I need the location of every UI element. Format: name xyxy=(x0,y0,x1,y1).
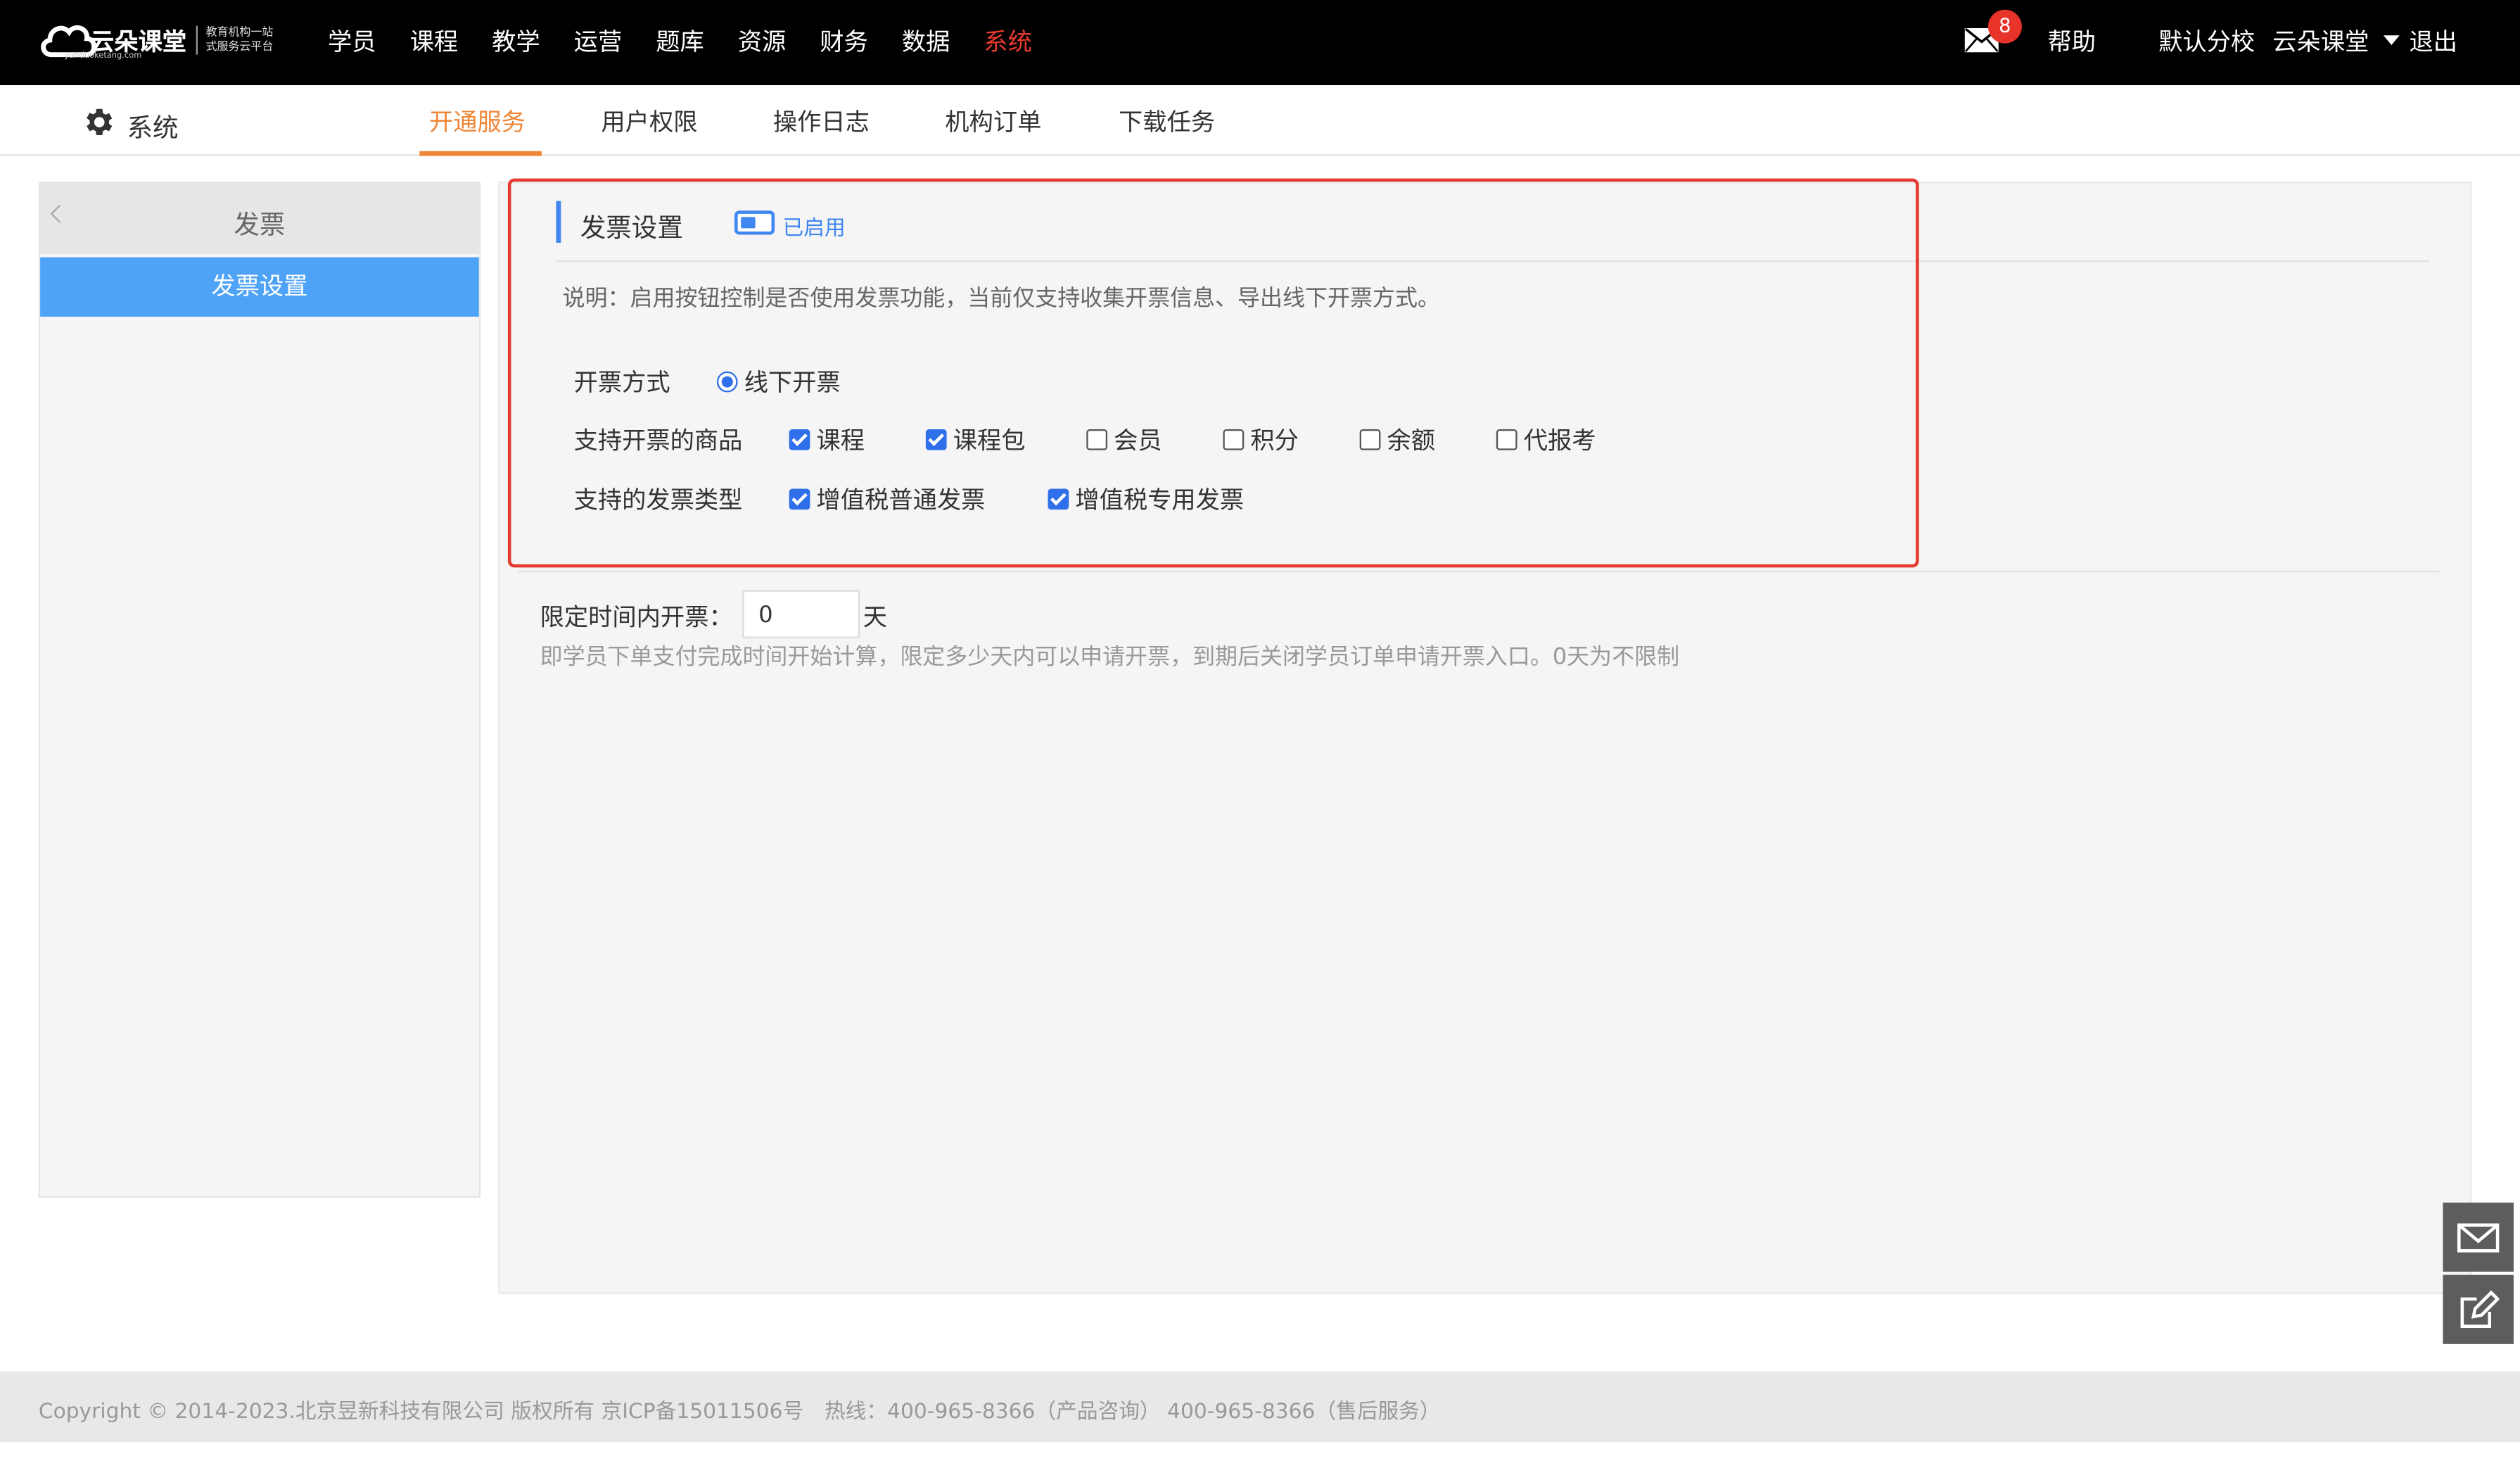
limit-days-input[interactable]: 0 xyxy=(742,590,860,638)
nav-item-students[interactable]: 学员 xyxy=(328,23,376,57)
main-nav: 学员 课程 教学 运营 题库 资源 财务 数据 系统 xyxy=(328,0,1066,80)
help-link[interactable]: 帮助 xyxy=(2047,24,2096,58)
sidebar: 发票 发票设置 xyxy=(38,182,481,1198)
branch-selector[interactable]: 默认分校 xyxy=(2158,24,2255,58)
feedback-float-button[interactable] xyxy=(2443,1274,2514,1344)
top-bar: 云朵课堂 教育机构一站 式服务云平台 yunduoketang.com 学员 课… xyxy=(0,0,2520,86)
gear-icon xyxy=(87,108,113,136)
limit-unit: 天 xyxy=(863,602,888,632)
tab-org-orders[interactable]: 机构订单 xyxy=(945,104,1041,138)
sidebar-title: 发票 xyxy=(234,208,286,240)
tab-operation-log[interactable]: 操作日志 xyxy=(773,104,870,138)
mail-count-badge: 8 xyxy=(1987,9,2022,44)
edit-icon xyxy=(2460,1290,2500,1328)
footer: Copyright © 2014-2023.北京昱新科技有限公司 版权所有 京I… xyxy=(0,1371,2520,1443)
sub-nav: 系统 开通服务 用户权限 操作日志 机构订单 下载任务 xyxy=(0,85,2520,156)
logout-link[interactable]: 退出 xyxy=(2409,24,2457,58)
nav-item-teaching[interactable]: 教学 xyxy=(492,23,540,57)
footer-copyright: Copyright © 2014-2023.北京昱新科技有限公司 版权所有 京I… xyxy=(38,1400,804,1425)
message-float-button[interactable] xyxy=(2443,1202,2514,1272)
highlight-box xyxy=(507,178,1919,568)
limit-label: 限定时间内开票： xyxy=(540,602,733,632)
envelope-icon xyxy=(2457,1223,2500,1253)
logo-tagline-2: 式服务云平台 xyxy=(205,40,274,53)
tab-open-service[interactable]: 开通服务 xyxy=(429,104,526,138)
nav-item-finance[interactable]: 财务 xyxy=(820,23,868,57)
limit-help-text: 即学员下单支付完成时间开始计算，限定多少天内可以申请开票，到期后关闭学员订单申请… xyxy=(540,645,1680,671)
sidebar-header: 发票 xyxy=(40,183,479,254)
section-divider-lower xyxy=(517,570,2440,573)
footer-hotline: 热线：400-965-8366（产品咨询） 400-965-8366（售后服务） xyxy=(824,1400,1441,1425)
tab-user-permissions[interactable]: 用户权限 xyxy=(601,104,697,138)
nav-item-resources[interactable]: 资源 xyxy=(738,23,787,57)
tab-download-tasks[interactable]: 下载任务 xyxy=(1119,104,1215,138)
app-root: 云朵课堂 教育机构一站 式服务云平台 yunduoketang.com 学员 课… xyxy=(0,0,2520,1468)
sidebar-item-invoice-settings[interactable]: 发票设置 xyxy=(40,257,479,317)
nav-item-operations[interactable]: 运营 xyxy=(574,23,623,57)
school-selector[interactable]: 云朵课堂 xyxy=(2272,24,2369,58)
logo-tagline: 教育机构一站 式服务云平台 xyxy=(196,25,274,55)
nav-item-courses[interactable]: 课程 xyxy=(410,23,459,57)
logo-tagline-1: 教育机构一站 xyxy=(205,25,274,39)
nav-item-data[interactable]: 数据 xyxy=(902,23,950,57)
active-tab-underline xyxy=(419,151,542,156)
subnav-title: 系统 xyxy=(127,112,179,144)
nav-item-system[interactable]: 系统 xyxy=(984,23,1032,57)
logo-url: yunduoketang.com xyxy=(64,51,142,61)
nav-item-question-bank[interactable]: 题库 xyxy=(656,23,704,57)
chevron-down-icon[interactable] xyxy=(2383,35,2400,45)
logo[interactable]: 云朵课堂 教育机构一站 式服务云平台 yunduoketang.com xyxy=(39,13,274,68)
